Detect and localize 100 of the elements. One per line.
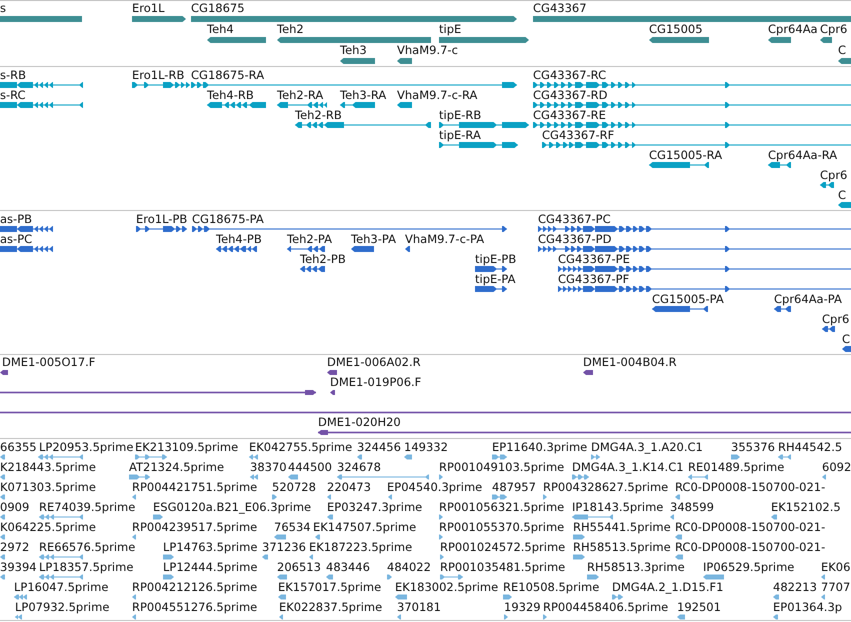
est-label: 220473 — [327, 480, 371, 494]
protein-label: C — [842, 332, 850, 346]
est-label: DMG4A.3_1.A20.C1 — [591, 440, 703, 454]
protein-label: Teh3-PA — [351, 232, 396, 246]
protein-label: Ero1L-PB — [136, 212, 188, 226]
est-label: AT21324.5prime — [129, 460, 224, 474]
est-label: 444500 — [288, 460, 332, 474]
transcript-label: s-RB — [0, 68, 26, 82]
est-label: DMG4A.2_1.D15.F1 — [612, 580, 724, 594]
clone-label: DME1-019P06.F — [330, 376, 422, 388]
est-label: EK042755.5prime — [249, 440, 352, 454]
est-label: LP12444.5prime — [163, 560, 258, 574]
est-label: K064225.5prime — [0, 520, 96, 534]
protein-label: Teh4-PB — [216, 232, 262, 246]
protein-label: as-PB — [0, 212, 32, 226]
protein-label: CG43367-PE — [558, 252, 630, 266]
est-label: EK022837.5prime — [279, 600, 382, 614]
est-label: LP14763.5prime — [163, 540, 258, 554]
est-label: K218443.5prime — [0, 460, 96, 474]
transcript-label: Cpr64Aa-RA — [768, 148, 838, 162]
est-label: RP001049103.5prime — [439, 460, 564, 474]
est-label: 76534 — [274, 520, 311, 534]
est-label: LP07932.5prime — [15, 600, 110, 614]
est-label: K071303.5prime — [0, 480, 96, 494]
clone-label: DME1-004B04.R — [583, 356, 677, 368]
transcript-label: C — [838, 188, 846, 202]
gene-label: CG43367 — [533, 2, 587, 14]
protein-label: CG43367-PC — [538, 212, 611, 226]
est-label: LP20953.5prime — [39, 440, 134, 454]
gene-label: CG18675 — [191, 2, 245, 14]
est-label: 484022 — [387, 560, 431, 574]
protein-label: Cpr6 — [822, 312, 850, 326]
est-label: 149332 — [404, 440, 448, 454]
gene-label: Ero1L — [132, 2, 165, 14]
est-label: RH58513.5prime — [573, 540, 671, 554]
est-label: 487957 — [492, 480, 536, 494]
est-label: RC0-DP0008-150700-021- — [675, 540, 826, 554]
est-label: IP18143.5prime — [572, 500, 664, 514]
est-label: RP004551276.5prime — [132, 600, 258, 614]
gene-label: Teh2 — [277, 22, 304, 36]
est-label: RH58513.3prime — [587, 560, 685, 574]
gene-label: C — [838, 44, 846, 56]
transcript-label: CG43367-RE — [533, 108, 606, 122]
transcript-label: CG43367-RC — [533, 68, 606, 82]
transcript-label: tipE-RA — [439, 128, 481, 142]
est-label: RC0-DP0008-150700-021- — [675, 480, 826, 494]
clone-label: DME1-020H20 — [318, 416, 401, 428]
transcript-label: Teh2-RB — [295, 108, 342, 122]
transcript-label: Teh4-RB — [207, 88, 254, 102]
est-label: 66355 — [0, 440, 37, 454]
protein-label: Cpr64Aa-PA — [774, 292, 842, 306]
protein-label: Teh2-PB — [300, 252, 346, 266]
est-label: RP004239517.5prime — [132, 520, 258, 534]
est-label: 348599 — [670, 500, 714, 514]
gene-label: tipE — [439, 22, 462, 36]
est-label: 0909 — [0, 500, 30, 514]
transcript-label: VhaM9.7-c-RA — [397, 88, 478, 102]
transcript-label: tipE-RB — [439, 108, 482, 122]
est-label: 7707 — [821, 580, 850, 594]
est-label: RP001056321.5prime — [439, 500, 564, 514]
est-label: 324678 — [337, 460, 381, 474]
gene-label: Cpr64Aa — [768, 22, 818, 36]
est-label: EK187223.5prime — [309, 540, 412, 554]
transcript-label: Teh2-RA — [277, 88, 324, 102]
transcript-label: CG18675-RA — [191, 68, 264, 82]
est-label: RC0-DP0008-150700-021- — [675, 520, 826, 534]
gene-label: s — [0, 2, 6, 14]
protein-label: tipE-PA — [475, 272, 516, 286]
est-label: ESG0120a.B21_E06.3prime — [153, 500, 312, 514]
est-label: 38370 — [250, 460, 287, 474]
est-label: 6092 — [822, 460, 851, 474]
clone-label: DME1-005O17.F — [2, 356, 96, 368]
est-label: LP18357.5prime — [39, 560, 134, 574]
protein-label: tipE-PB — [475, 252, 516, 266]
est-label: 39394 — [0, 560, 37, 574]
est-label: EP01364.3p — [773, 600, 842, 614]
est-label: EK213109.5prime — [135, 440, 238, 454]
est-label: EK157017.5prime — [278, 580, 382, 594]
est-label: RE66576.5prime — [39, 540, 136, 554]
gene-label: VhaM9.7-c — [397, 44, 458, 56]
est-label: 370181 — [397, 600, 441, 614]
est-label: RP004421751.5prime — [132, 480, 258, 494]
est-label: EK183002.5prime — [395, 580, 498, 594]
protein-label: CG43367-PF — [558, 272, 630, 286]
est-label: RE01489.5prime — [688, 460, 784, 474]
transcript-label: CG43367-RF — [542, 128, 614, 142]
est-label: 483446 — [326, 560, 370, 574]
est-label: 371236 — [262, 540, 306, 554]
est-label: RP004328627.5prime — [543, 480, 668, 494]
est-label: 192501 — [677, 600, 721, 614]
transcript-label: Teh3-RA — [340, 88, 386, 102]
transcript-label: CG15005-RA — [649, 148, 722, 162]
protein-label: Teh2-PA — [287, 232, 332, 246]
gene-label: CG15005 — [649, 22, 703, 36]
est-label: RP001035481.5prime — [440, 560, 566, 574]
est-label: LP16047.5prime — [14, 580, 108, 594]
protein-label: VhaM9.7-c-PA — [405, 232, 484, 246]
transcript-label: Ero1L-RB — [132, 68, 184, 82]
est-label: EP11640.3prime — [492, 440, 588, 454]
est-label: EP03247.3prime — [327, 500, 422, 514]
